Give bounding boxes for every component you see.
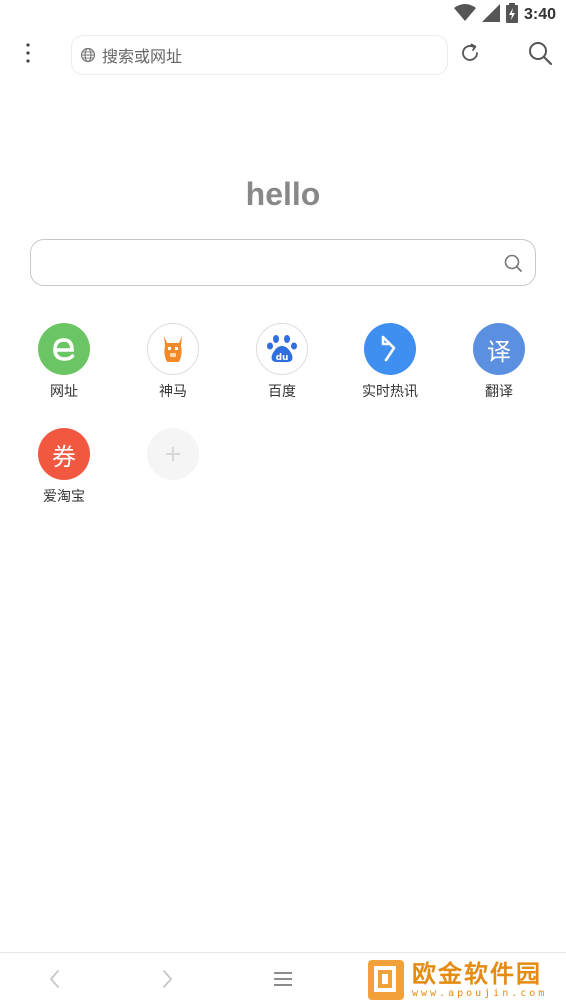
shortcut-add[interactable]	[128, 428, 218, 480]
watermark-text: 欧金软件园	[412, 960, 542, 988]
main-search-box[interactable]	[30, 239, 536, 286]
shortcut-hot-news[interactable]: 实时热讯	[345, 323, 435, 401]
chevron-right-icon	[161, 968, 175, 994]
refresh-icon	[459, 42, 481, 68]
shortcut-translate[interactable]: 译 翻译	[454, 323, 544, 401]
forward-button[interactable]	[148, 961, 188, 1001]
watermark-url: www.apoujin.com	[412, 988, 548, 999]
hamburger-icon	[273, 970, 293, 992]
menu-button[interactable]	[14, 40, 42, 70]
search-button[interactable]	[525, 40, 555, 70]
shortcut-shenma[interactable]: 神马	[128, 323, 218, 401]
status-time: 3:40	[523, 6, 556, 23]
shortcut-ai-taobao[interactable]: 券 爱淘宝	[19, 428, 109, 506]
shenma-alpaca-icon	[147, 323, 199, 375]
refresh-button[interactable]	[456, 41, 484, 69]
wifi-icon	[453, 4, 476, 26]
menu-list-button[interactable]	[263, 961, 303, 1001]
e-browser-icon	[38, 323, 90, 375]
shortcut-baidu[interactable]: du 百度	[237, 323, 327, 401]
svg-text:du: du	[276, 353, 289, 363]
watermark-text-group: 欧金软件园 www.apoujin.com	[412, 960, 547, 1000]
more-vertical-icon	[25, 42, 31, 68]
browser-screen: 3:40 搜索或网址 hello 网址 神马 du 百度 实时热讯 译 翻译 券…	[0, 0, 566, 1006]
translate-glyph: 译	[487, 337, 511, 366]
search-icon[interactable]	[503, 253, 523, 273]
page-title: hello	[245, 176, 321, 212]
shortcut-label: 爱淘宝	[43, 489, 85, 505]
signal-icon	[481, 4, 500, 26]
status-bar: 3:40	[0, 0, 566, 30]
back-button[interactable]	[34, 961, 74, 1001]
status-icons: 3:40	[453, 3, 556, 27]
add-icon	[147, 428, 199, 480]
baidu-paw-icon: du	[256, 323, 308, 375]
battery-icon	[505, 3, 518, 27]
shortcut-urls[interactable]: 网址	[19, 323, 109, 401]
chevron-left-icon	[47, 968, 61, 994]
address-bar[interactable]: 搜索或网址	[71, 35, 448, 75]
watermark: 欧金软件园 www.apoujin.com	[366, 958, 562, 1002]
top-bar: 搜索或网址	[0, 34, 566, 76]
shortcut-label: 实时热讯	[362, 384, 418, 400]
address-placeholder: 搜索或网址	[102, 47, 183, 66]
shortcut-label: 翻译	[485, 384, 513, 400]
coupon-glyph: 券	[52, 442, 76, 471]
coupon-icon: 券	[38, 428, 90, 480]
search-icon	[527, 40, 553, 70]
arrow-news-icon	[364, 323, 416, 375]
globe-icon	[80, 47, 96, 63]
shortcut-label: 神马	[159, 384, 187, 400]
translate-icon: 译	[473, 323, 525, 375]
shortcut-label: 百度	[268, 384, 296, 400]
watermark-logo-icon	[368, 960, 404, 1000]
main-search-input[interactable]	[45, 248, 485, 278]
shortcut-label: 网址	[50, 384, 78, 400]
